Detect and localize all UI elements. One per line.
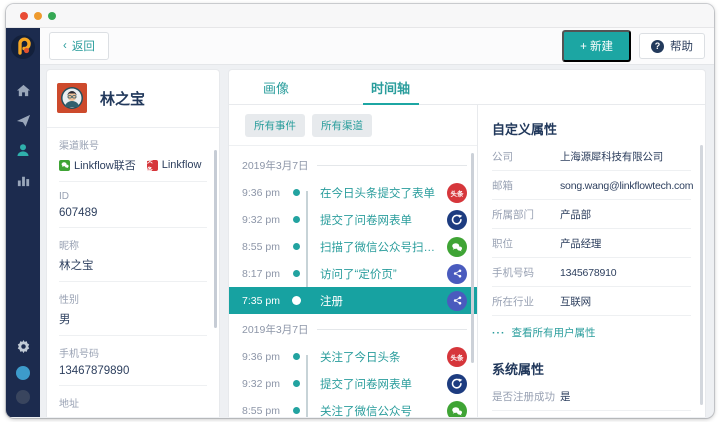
channel-toutiao[interactable]: 头条 Linkflow [147,159,202,171]
attributes-scrollbar[interactable] [700,145,703,405]
profile-name: 林之宝 [100,88,145,109]
attr-position: 职位产品经理 [492,229,691,258]
send-icon[interactable] [15,112,31,128]
question-icon: ? [651,40,664,53]
linkflow-logo-icon[interactable] [11,35,35,59]
timeline-event[interactable]: 8:55 pm 关注了微信公众号 头条 [242,397,467,417]
event-dot [293,243,300,250]
attr-department: 所属部门产品部 [492,200,691,229]
timeline-scrollbar[interactable] [471,153,474,363]
ellipsis-icon: ··· [492,327,506,339]
channel-icon: 头条 [447,237,467,257]
wechat-icon [59,160,70,171]
window-titlebar [6,4,714,28]
field-id: ID607489 [59,182,207,228]
timeline-list: 2019年3月7日 9:36 pm 在今日头条提交了表单 [229,146,477,417]
event-dot [293,353,300,360]
channel-icon: 头条 [447,183,467,203]
profile-fields: 渠道账号 Linkflow联否 头条 Li [47,128,219,417]
toutiao-icon: 头条 [147,160,158,171]
field-address: 地址中国 上海 徐汇 [59,386,207,417]
timeline-panel: 所有事件 所有渠道 2019年3月7日 9:36 p [229,105,478,417]
user-avatar-icon[interactable] [16,390,30,404]
attr-registered: 是否注册成功是 [492,382,691,411]
profile-scrollbar[interactable] [214,150,217,328]
view-all-attributes-link[interactable]: ··· 查看所有用户属性 [492,316,691,347]
maximize-window-dot[interactable] [48,12,56,20]
field-mobile: 手机号码13467879890 [59,336,207,386]
nav-rail [6,28,40,417]
event-dot [293,216,300,223]
chat-bubble-icon[interactable] [16,366,30,380]
attr-industry: 所在行业互联网 [492,287,691,316]
channel-wechat[interactable]: Linkflow联否 [59,157,136,173]
analytics-icon[interactable] [15,172,31,188]
close-window-dot[interactable] [20,12,28,20]
timeline-event-selected[interactable]: 7:35 pm 注册 头条 [229,287,477,314]
channel-icon: 头条 [447,291,467,311]
timeline-filters: 所有事件 所有渠道 [229,105,477,146]
timeline-event[interactable]: 9:32 pm 提交了问卷网表单 头条 [242,370,467,397]
profile-avatar [57,83,87,113]
settings-gear-icon[interactable] [15,338,31,354]
channel-icon: 头条 [447,401,467,418]
detail-panel: 画像 时间轴 所有事件 所有渠道 2019年3月7日 [228,69,706,417]
event-dot [292,296,301,305]
home-icon[interactable] [15,82,31,98]
timeline-event[interactable]: 8:17 pm 访问了“定价页” 头条 [242,260,467,287]
tab-timeline[interactable]: 时间轴 [369,70,412,104]
minimize-window-dot[interactable] [34,12,42,20]
event-dot [293,270,300,277]
attr-company: 公司上海源犀科技有限公司 [492,142,691,171]
profile-header: 林之宝 [47,70,219,128]
timeline-date: 2019年3月7日 [242,150,467,179]
timeline-event[interactable]: 8:55 pm 扫描了微信公众号扫描了微信小... 头条 [242,233,467,260]
event-dot [293,407,300,414]
attr-email: 邮箱song.wang@linkflowtech.com [492,171,691,200]
timeline-event[interactable]: 9:32 pm 提交了问卷网表单 头条 [242,206,467,233]
tabbar: 画像 时间轴 [229,70,705,105]
help-button[interactable]: ?帮助 [639,33,705,59]
channel-icon: 头条 [447,347,467,367]
system-attributes-title: 系统属性 [492,356,691,382]
filter-all-events[interactable]: 所有事件 [245,114,305,137]
timeline-event[interactable]: 9:36 pm 关注了今日头条 头条 [242,343,467,370]
field-channels: 渠道账号 Linkflow联否 头条 Li [59,128,207,182]
field-gender: 性别男 [59,282,207,336]
page-header: ‹返回 + 新建 ?帮助 [40,28,714,65]
filter-all-channels[interactable]: 所有渠道 [312,114,372,137]
channel-icon: 头条 [447,374,467,394]
tab-portrait[interactable]: 画像 [261,70,291,104]
profile-panel: 林之宝 渠道账号 Linkflow联否 [46,69,220,417]
chevron-left-icon: ‹ [63,40,67,52]
custom-attributes-title: 自定义属性 [492,116,691,142]
field-nickname: 昵称林之宝 [59,228,207,282]
event-dot [293,189,300,196]
attributes-panel: 自定义属性 公司上海源犀科技有限公司 邮箱song.wang@linkflowt… [478,105,705,417]
channel-icon: 头条 [447,264,467,284]
channel-icon: 头条 [447,210,467,230]
app-window: ‹返回 + 新建 ?帮助 林之宝 渠道账号 [6,4,714,418]
attr-mobile: 手机号码1345678910 [492,258,691,287]
timeline-event[interactable]: 9:36 pm 在今日头条提交了表单 头条 [242,179,467,206]
timeline-date: 2019年3月7日 [242,314,467,343]
back-button[interactable]: ‹返回 [49,32,109,60]
event-dot [293,380,300,387]
new-button[interactable]: + 新建 [562,30,631,62]
contacts-icon[interactable] [15,142,31,158]
attr-app-version: 应用版本V1.1 [492,411,691,417]
